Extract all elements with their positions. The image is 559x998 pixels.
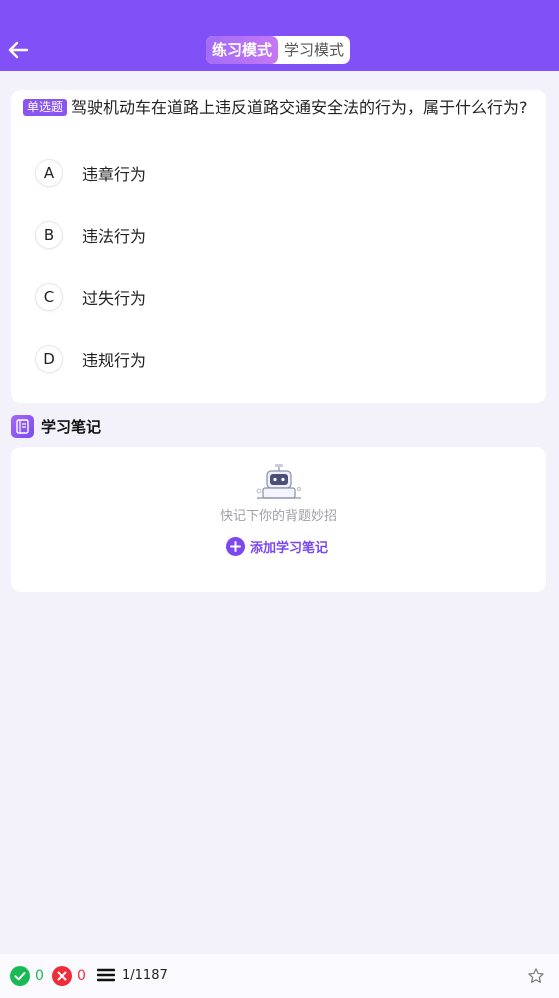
- robot-illustration: [256, 464, 301, 499]
- notes-hint: 快记下你的背题妙招: [219, 509, 337, 524]
- notes-header: 学习笔记: [11, 414, 101, 438]
- check-circle-icon: [10, 966, 30, 986]
- notebook-icon: [11, 414, 34, 438]
- list-icon: [97, 968, 115, 982]
- arrow-left-icon: [8, 41, 29, 59]
- option-text: 违章行为: [82, 165, 147, 184]
- wrong-count: 0: [77, 968, 86, 984]
- progress-text: 1/1187: [122, 967, 168, 983]
- option-letter: C: [35, 283, 63, 311]
- back-button[interactable]: [4, 36, 32, 64]
- option-b[interactable]: B 违法行为: [35, 220, 515, 250]
- question-card: 单选题 驾驶机动车在道路上违反道路交通安全法的行为，属于什么行为? A 违章行为 …: [11, 90, 546, 403]
- option-d[interactable]: D 违规行为: [35, 344, 515, 374]
- bottom-bar: 0 0 1/1187: [0, 954, 559, 998]
- question-stem: 单选题 驾驶机动车在道路上违反道路交通安全法的行为，属于什么行为?: [23, 98, 538, 118]
- mode-switch: 练习模式 学习模式: [206, 36, 351, 64]
- add-note-label: 添加学习笔记: [250, 540, 329, 556]
- notes-card: 快记下你的背题妙招 添加学习笔记: [11, 447, 546, 592]
- tab-study-mode[interactable]: 学习模式: [278, 36, 350, 64]
- tab-practice-mode[interactable]: 练习模式: [206, 36, 279, 64]
- question-text: 驾驶机动车在道路上违反道路交通安全法的行为，属于什么行为?: [71, 98, 528, 117]
- notes-title: 学习笔记: [41, 417, 102, 436]
- option-text: 违法行为: [82, 227, 147, 246]
- option-letter: A: [35, 159, 63, 187]
- x-circle-icon: [52, 966, 72, 986]
- star-outline-icon[interactable]: [527, 967, 545, 985]
- option-a[interactable]: A 违章行为: [35, 158, 515, 188]
- option-letter: B: [35, 221, 63, 249]
- option-c[interactable]: C 过失行为: [35, 282, 515, 312]
- question-type-badge: 单选题: [23, 99, 68, 116]
- correct-count: 0: [35, 968, 44, 984]
- progress-stat[interactable]: 1/1187: [97, 966, 168, 984]
- option-letter: D: [35, 345, 63, 373]
- plus-circle-icon: [226, 536, 245, 556]
- correct-stat[interactable]: 0: [10, 966, 44, 986]
- top-bar: 练习模式 学习模式: [0, 0, 559, 71]
- add-note-button[interactable]: 添加学习笔记: [226, 536, 328, 556]
- wrong-stat[interactable]: 0: [52, 966, 86, 986]
- option-text: 违规行为: [82, 351, 147, 370]
- option-text: 过失行为: [82, 289, 147, 308]
